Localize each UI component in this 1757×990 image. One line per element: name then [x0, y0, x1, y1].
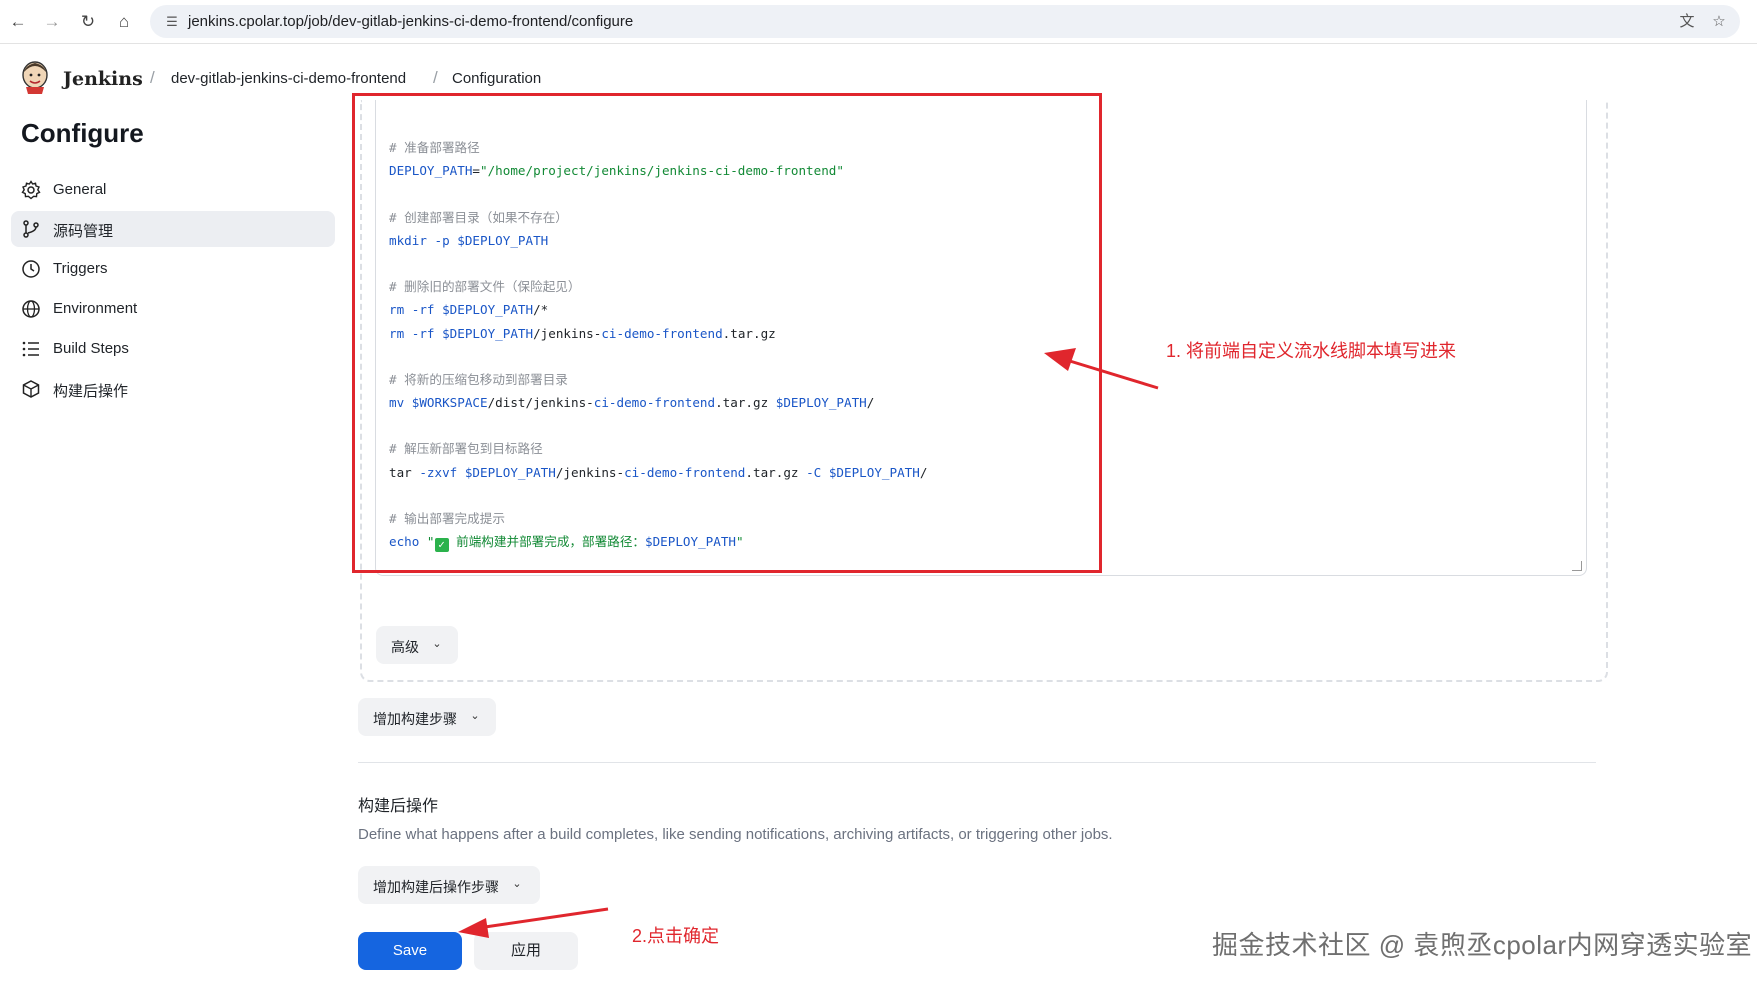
browser-toolbar: ← → ↻ ⌂ ☰ jenkins.cpolar.top/job/dev-git… — [0, 0, 1757, 44]
sidebar-item-label: General — [53, 181, 107, 198]
site-settings-icon[interactable]: ☰ — [162, 12, 182, 32]
add-build-step-label: 增加构建步骤 — [373, 711, 457, 727]
sidebar-item-post-build[interactable]: 构建后操作 — [11, 371, 335, 407]
star-icon[interactable]: ☆ — [1708, 11, 1730, 33]
sidebar-item-label: 源码管理 — [53, 223, 114, 240]
sidebar-item-label: Triggers — [53, 260, 108, 277]
translate-icon[interactable]: 文 — [1676, 11, 1698, 33]
url-text[interactable]: jenkins.cpolar.top/job/dev-gitlab-jenkin… — [188, 13, 633, 30]
sidebar-item-triggers[interactable]: Triggers — [11, 251, 335, 287]
advanced-button-label: 高级 — [391, 639, 419, 655]
post-build-title: 构建后操作 — [358, 798, 439, 815]
annotation-note-1: 1. 将前端自定义流水线脚本填写进来 — [1166, 341, 1457, 361]
chevron-down-icon: ⌄ — [432, 638, 442, 650]
annotation-highlight-box — [352, 93, 1102, 573]
advanced-button[interactable]: 高级 ⌄ — [376, 626, 458, 664]
sidebar-item-environment[interactable]: Environment — [11, 291, 335, 327]
sidebar-item-label: Environment — [53, 300, 138, 317]
jenkins-logo-icon[interactable] — [20, 60, 50, 94]
git-branch-icon — [23, 220, 39, 238]
sidebar-item-build-steps[interactable]: Build Steps — [11, 331, 335, 367]
add-post-build-step-button[interactable]: 增加构建后操作步骤 ⌄ — [358, 866, 540, 904]
annotation-arrow-2 — [477, 907, 609, 930]
sidebar-item-label: 构建后操作 — [53, 383, 129, 400]
sidebar-item-general[interactable]: General — [11, 172, 335, 208]
reload-icon[interactable]: ↻ — [76, 10, 100, 34]
chevron-down-icon: ⌄ — [470, 710, 480, 722]
chevron-down-icon: ⌄ — [512, 878, 522, 890]
globe-icon — [22, 300, 40, 318]
page-title: Configure — [21, 118, 144, 148]
sidebar-item-label: Build Steps — [53, 340, 129, 357]
cube-icon — [22, 380, 40, 398]
gear-icon — [21, 180, 41, 200]
jenkins-title[interactable]: Jenkins — [63, 68, 143, 90]
clock-icon — [22, 260, 40, 278]
breadcrumb-configuration[interactable]: Configuration — [452, 70, 541, 87]
post-build-description: Define what happens after a build comple… — [358, 826, 1113, 843]
breadcrumb-separator: / — [150, 68, 155, 87]
breadcrumb-separator: / — [433, 68, 438, 87]
sidebar-item-source-control[interactable]: 源码管理 — [11, 211, 335, 247]
add-post-build-step-label: 增加构建后操作步骤 — [373, 879, 499, 895]
resize-handle-icon[interactable] — [1572, 561, 1582, 571]
address-bar[interactable]: ☰ jenkins.cpolar.top/job/dev-gitlab-jenk… — [150, 5, 1740, 38]
breadcrumb-job[interactable]: dev-gitlab-jenkins-ci-demo-frontend — [171, 70, 406, 87]
list-icon — [22, 341, 39, 357]
back-icon[interactable]: ← — [6, 10, 30, 34]
watermark: 掘金技术社区 @ 袁煦丞cpolar内网穿透实验室 — [1212, 930, 1753, 960]
add-build-step-button[interactable]: 增加构建步骤 ⌄ — [358, 698, 496, 736]
home-icon[interactable]: ⌂ — [112, 10, 136, 34]
section-divider — [358, 762, 1596, 763]
save-button[interactable]: Save — [358, 932, 462, 970]
annotation-note-2: 2.点击确定 — [632, 926, 720, 946]
forward-icon[interactable]: → — [40, 10, 64, 34]
apply-button[interactable]: 应用 — [474, 932, 578, 970]
